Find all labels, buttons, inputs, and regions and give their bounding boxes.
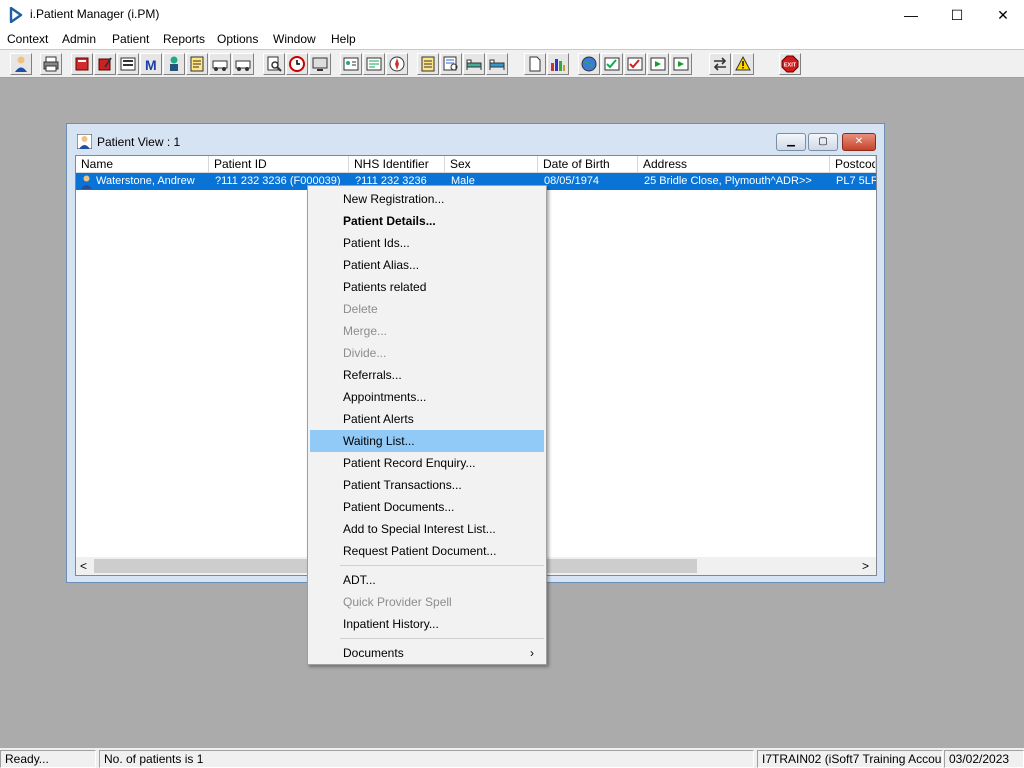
close-button[interactable]: ✕ xyxy=(980,0,1024,30)
menu-item-appointments[interactable]: Appointments... xyxy=(310,386,544,408)
account-info: I7TRAIN02 (iSoft7 Training Account) xyxy=(757,750,943,768)
bar-chart-icon[interactable] xyxy=(547,53,569,75)
cell-address: 25 Bridle Close, Plymouth^ADR>> xyxy=(644,175,812,187)
patient-icon xyxy=(77,134,92,149)
menu-item-patient-alerts[interactable]: Patient Alerts xyxy=(310,408,544,430)
patient-view-title: Patient View : 1 xyxy=(97,135,181,149)
patient-count: No. of patients is 1 xyxy=(99,750,754,768)
bed-icon[interactable] xyxy=(463,53,485,75)
globe-icon[interactable] xyxy=(578,53,600,75)
id-card-icon[interactable] xyxy=(340,53,362,75)
person-icon[interactable] xyxy=(163,53,185,75)
col-name-header[interactable]: Name xyxy=(76,156,209,173)
menu-item-adt[interactable]: ADT... xyxy=(310,569,544,591)
search-doc-icon[interactable] xyxy=(263,53,285,75)
page-icon[interactable] xyxy=(524,53,546,75)
col-address-header[interactable]: Address xyxy=(638,156,830,173)
status-text: Ready... xyxy=(0,750,96,768)
svg-text:EXIT: EXIT xyxy=(784,63,797,69)
col-sex-header[interactable]: Sex xyxy=(445,156,538,173)
status-bar: Ready... No. of patients is 1 I7TRAIN02 … xyxy=(0,748,1024,768)
swap-arrows-icon[interactable] xyxy=(709,53,731,75)
printer-icon[interactable] xyxy=(40,53,62,75)
book-red-icon[interactable] xyxy=(71,53,93,75)
pv-restore-button[interactable]: ▢ xyxy=(808,133,838,151)
menu-item-patient-alias[interactable]: Patient Alias... xyxy=(310,254,544,276)
status-date: 03/02/2023 xyxy=(944,750,1024,768)
menu-bar: Context Admin Patient Reports Options Wi… xyxy=(0,30,1024,49)
warning-icon[interactable] xyxy=(732,53,754,75)
menu-item-patient-documents[interactable]: Patient Documents... xyxy=(310,496,544,518)
title-bar: i.Patient Manager (i.PM) — ☐ ✕ xyxy=(0,0,1024,30)
menu-window[interactable]: Window xyxy=(273,32,316,46)
col-postcode-header[interactable]: Postcode xyxy=(830,156,876,173)
bed-2-icon[interactable] xyxy=(486,53,508,75)
exit-icon[interactable]: EXIT xyxy=(779,53,801,75)
menu-item-add-special-interest[interactable]: Add to Special Interest List... xyxy=(310,518,544,540)
cell-dob: 08/05/1974 xyxy=(544,175,600,187)
menu-item-patient-ids[interactable]: Patient Ids... xyxy=(310,232,544,254)
menu-item-inpatient-history[interactable]: Inpatient History... xyxy=(310,613,544,635)
edit-icon[interactable] xyxy=(94,53,116,75)
menu-item-patient-transactions[interactable]: Patient Transactions... xyxy=(310,474,544,496)
app-logo-icon xyxy=(9,7,23,23)
scroll-right-icon[interactable]: > xyxy=(862,559,869,573)
monitor-icon[interactable] xyxy=(309,53,331,75)
clock-icon[interactable] xyxy=(286,53,308,75)
ambulance-2-icon[interactable] xyxy=(232,53,254,75)
list-form-icon[interactable] xyxy=(117,53,139,75)
minimize-button[interactable]: — xyxy=(888,0,934,30)
green-arrow-icon[interactable] xyxy=(647,53,669,75)
menu-item-merge: Merge... xyxy=(343,324,388,338)
check-list-icon[interactable] xyxy=(601,53,623,75)
menu-admin[interactable]: Admin xyxy=(62,32,96,46)
menu-item-divide: Divide... xyxy=(343,346,387,360)
m-icon[interactable]: M xyxy=(140,53,162,75)
menu-context[interactable]: Context xyxy=(7,32,48,46)
menu-item-new-registration[interactable]: New Registration... xyxy=(310,188,544,210)
menu-item-patient-details[interactable]: Patient Details... xyxy=(310,210,544,232)
menu-separator xyxy=(340,638,544,639)
form-icon[interactable] xyxy=(363,53,385,75)
svg-text:M: M xyxy=(145,57,157,73)
menu-item-documents-label: Documents xyxy=(343,646,404,660)
notepad-icon[interactable] xyxy=(417,53,439,75)
menu-item-patient-record-enquiry[interactable]: Patient Record Enquiry... xyxy=(310,452,544,474)
menu-item-quick-provider-spell: Quick Provider Spell xyxy=(343,595,452,609)
menu-item-waiting-list[interactable]: Waiting List... xyxy=(310,430,544,452)
user-icon[interactable] xyxy=(10,53,32,75)
toolbar: M EXIT xyxy=(0,49,1024,78)
menu-separator xyxy=(340,565,544,566)
maximize-button[interactable]: ☐ xyxy=(934,0,980,30)
menu-options[interactable]: Options xyxy=(217,32,258,46)
doc-search-icon[interactable] xyxy=(440,53,462,75)
ambulance-icon[interactable] xyxy=(209,53,231,75)
col-dob-header[interactable]: Date of Birth xyxy=(538,156,638,173)
menu-help[interactable]: Help xyxy=(331,32,356,46)
notes-icon[interactable] xyxy=(186,53,208,75)
col-nhs-identifier-header[interactable]: NHS Identifier xyxy=(349,156,445,173)
menu-item-patients-related[interactable]: Patients related xyxy=(310,276,544,298)
cell-name: Waterstone, Andrew xyxy=(96,175,195,187)
compass-icon[interactable] xyxy=(386,53,408,75)
pv-minimize-button[interactable]: ▁ xyxy=(776,133,806,151)
grid-header: Name Patient ID NHS Identifier Sex Date … xyxy=(76,156,876,173)
pv-close-button[interactable]: ✕ xyxy=(842,133,876,151)
patient-context-menu: New Registration... Patient Details... P… xyxy=(307,185,547,665)
check-icon[interactable] xyxy=(624,53,646,75)
scroll-left-icon[interactable]: < xyxy=(80,559,87,573)
col-patient-id-header[interactable]: Patient ID xyxy=(209,156,349,173)
app-title: i.Patient Manager (i.PM) xyxy=(30,7,160,21)
menu-patient[interactable]: Patient xyxy=(112,32,149,46)
menu-reports[interactable]: Reports xyxy=(163,32,205,46)
green-arrow-2-icon[interactable] xyxy=(670,53,692,75)
menu-item-request-patient-document[interactable]: Request Patient Document... xyxy=(310,540,544,562)
menu-item-referrals[interactable]: Referrals... xyxy=(310,364,544,386)
chevron-right-icon: › xyxy=(530,646,534,660)
patient-icon xyxy=(81,175,92,189)
patient-view-titlebar: Patient View : 1 ▁ ▢ ✕ xyxy=(67,124,884,154)
menu-item-documents[interactable]: Documents › xyxy=(310,642,544,664)
cell-postcode: PL7 5LF xyxy=(836,175,876,187)
menu-item-delete: Delete xyxy=(343,302,378,316)
